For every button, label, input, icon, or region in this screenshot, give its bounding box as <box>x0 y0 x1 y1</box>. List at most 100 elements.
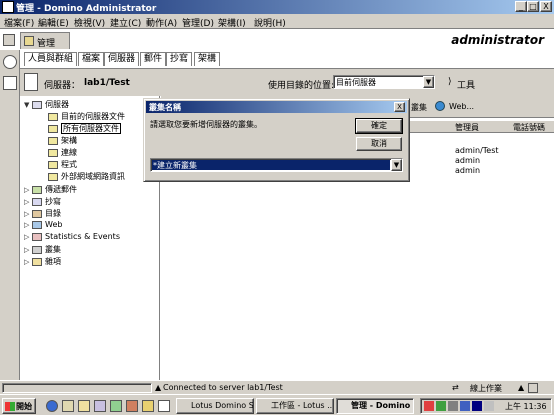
tree-node-configuration[interactable]: 架構 <box>48 135 77 146</box>
server-tree: ▼ 伺服器 目前的伺服器文件 所有伺服器文件 架構 連線 程式 外部網域網路資訊 … <box>20 96 160 380</box>
tab-server[interactable]: 伺服器 <box>104 52 140 66</box>
dialog-titlebar[interactable]: 叢集名稱 X <box>146 101 407 113</box>
task-lotus-domino-server[interactable]: Lotus Domino S... <box>176 398 254 414</box>
table-row[interactable]: admin/Test <box>455 146 499 155</box>
document-icon <box>48 148 58 157</box>
tree-node-all-server-docs[interactable]: 所有伺服器文件 <box>48 123 121 134</box>
tray-icon[interactable] <box>460 401 470 411</box>
server-label: 伺服器： <box>44 81 81 91</box>
tree-node-web[interactable]: ▷ Web <box>24 220 62 229</box>
toolbar-cluster[interactable]: 叢集 <box>411 102 427 113</box>
cluster-select[interactable]: *建立新叢集 ▼ <box>150 158 403 172</box>
document-icon <box>48 160 58 169</box>
tab-files[interactable]: 檔案 <box>78 52 105 66</box>
tray-icon[interactable] <box>472 401 482 411</box>
status-text: Connected to server lab1/Test <box>163 383 283 392</box>
tree-node-external-domain[interactable]: 外部網域網路資訊 <box>48 171 125 182</box>
task-workspace[interactable]: 工作區 - Lotus ... <box>256 398 334 414</box>
tray-icon[interactable] <box>484 401 494 411</box>
tree-node-misc[interactable]: ▷ 雜項 <box>24 256 61 267</box>
cluster-name-dialog: 叢集名稱 X 請選取您要新增伺服器的叢集。 確定 取消 *建立新叢集 ▼ <box>143 98 410 182</box>
web-icon <box>32 220 42 229</box>
notes-icon[interactable] <box>142 400 154 412</box>
replication-icon <box>32 197 42 206</box>
tree-node-stats-events[interactable]: ▷ Statistics & Events <box>24 232 120 241</box>
tab-people-groups[interactable]: 人員與群組 <box>24 52 78 66</box>
home-icon[interactable] <box>3 34 15 46</box>
col-admin[interactable]: 管理員 <box>455 122 479 133</box>
window-title: 管理 - Domino Administrator <box>16 4 157 14</box>
media-icon[interactable] <box>110 400 122 412</box>
status-panel-left <box>2 383 152 393</box>
ie-icon[interactable] <box>46 400 58 412</box>
tools-label[interactable]: 工具 <box>457 78 475 91</box>
tab-replication[interactable]: 抄寫 <box>166 52 193 66</box>
document-icon <box>48 172 58 181</box>
mail-icon <box>32 185 42 194</box>
tree-node-clusters[interactable]: ▷ 叢集 <box>24 244 61 255</box>
app-icon[interactable] <box>126 400 138 412</box>
folder-icon[interactable] <box>78 400 90 412</box>
tab-admin[interactable]: 管理 <box>20 32 70 49</box>
chevron-down-icon[interactable]: ▼ <box>423 76 434 88</box>
tab-mail[interactable]: 郵件 <box>140 52 167 66</box>
maximize-button[interactable]: □ <box>527 1 539 12</box>
app-icon <box>2 1 14 13</box>
location-select[interactable]: 目前伺服器 ▼ <box>333 75 435 89</box>
tray-icon[interactable] <box>436 401 446 411</box>
cancel-button[interactable]: 取消 <box>356 137 402 151</box>
mail-icon[interactable] <box>3 76 17 90</box>
globe-icon <box>435 101 445 111</box>
user-label: administrator <box>451 33 544 47</box>
table-row[interactable]: admin <box>455 166 480 175</box>
col-phone[interactable]: 電話號碼 <box>513 122 545 133</box>
chevron-down-icon[interactable]: ▼ <box>391 159 402 171</box>
document-icon <box>48 112 58 121</box>
select-highlight: *建立新叢集 <box>152 160 390 170</box>
tab-configuration[interactable]: 架構 <box>194 52 221 66</box>
tree-node-directory[interactable]: ▷ 目錄 <box>24 208 61 219</box>
tree-node-current-server-doc[interactable]: 目前的伺服器文件 <box>48 111 125 122</box>
task-admin[interactable]: 管理 - Domino ... <box>336 398 414 414</box>
toolbar-web[interactable]: Web... <box>449 102 474 111</box>
desktop-icon[interactable] <box>94 400 106 412</box>
tree-node-programs[interactable]: 程式 <box>48 159 77 170</box>
status-arrow-icon: ▲ <box>155 383 162 392</box>
status-bar: ▲ Connected to server lab1/Test ⇄ 線上作業 ▲ <box>0 380 554 394</box>
inbox-icon[interactable] <box>528 383 538 393</box>
table-row[interactable]: admin <box>455 156 480 165</box>
window-titlebar[interactable]: 管理 - Domino Administrator _ □ X <box>0 0 554 14</box>
dialog-title: 叢集名稱 <box>149 103 181 112</box>
tray-icon[interactable] <box>424 401 434 411</box>
menu-bar: 檔案(F) 編輯(E) 檢視(V) 建立(C) 動作(A) 管理(D) 架構(I… <box>0 14 554 29</box>
cluster-select-value: *建立新叢集 <box>153 161 197 170</box>
tree-node-servers[interactable]: ▼ 伺服器 <box>24 99 69 110</box>
online-status[interactable]: 線上作業 <box>470 383 502 394</box>
ok-button[interactable]: 確定 <box>355 118 403 134</box>
system-tray: 上午 11:36 <box>420 398 552 414</box>
windows-logo-icon <box>5 402 15 411</box>
minimize-button[interactable]: _ <box>515 1 527 12</box>
taskbar: 開始 Lotus Domino S... 工作區 - Lotus ... 管理 … <box>0 394 554 415</box>
bookmark-icon[interactable] <box>3 55 17 69</box>
statistics-icon <box>32 232 42 241</box>
location-value: 目前伺服器 <box>336 78 376 87</box>
server-icon <box>32 100 42 109</box>
document-icon <box>48 136 58 145</box>
cluster-icon <box>32 245 42 254</box>
dialog-prompt: 請選取您要新增伺服器的叢集。 <box>150 120 262 129</box>
start-button[interactable]: 開始 <box>2 398 36 414</box>
clock[interactable]: 上午 11:36 <box>505 401 547 412</box>
document-icon <box>48 124 58 133</box>
app-icon[interactable] <box>158 400 170 412</box>
server-bar: 伺服器： lab1/Test 使用目錄的位置: 目前伺服器 ▼ ⟩ 工具 <box>20 68 554 96</box>
tree-node-replication[interactable]: ▷ 抄寫 <box>24 196 61 207</box>
tree-node-messaging[interactable]: ▷ 傳遞郵件 <box>24 184 77 195</box>
tree-node-connections[interactable]: 連線 <box>48 147 77 158</box>
outlook-icon[interactable] <box>62 400 74 412</box>
volume-icon[interactable] <box>448 401 458 411</box>
close-button[interactable]: X <box>540 1 552 12</box>
dialog-close-button[interactable]: X <box>394 102 405 112</box>
location-label: 使用目錄的位置: <box>268 81 335 91</box>
server-name: lab1/Test <box>84 78 130 88</box>
